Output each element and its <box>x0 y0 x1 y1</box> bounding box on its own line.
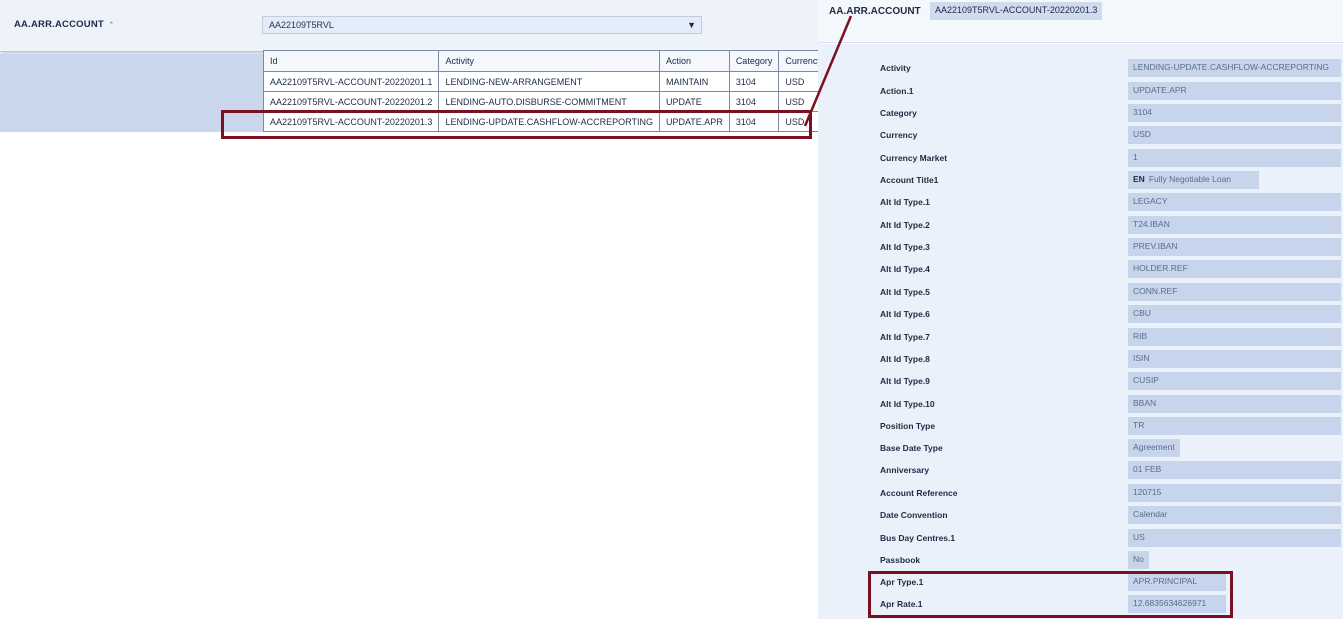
cell-activity: LENDING-NEW-ARRANGEMENT <box>438 71 660 92</box>
record-detail-panel: Activity LENDING-UPDATE.CASHFLOW-ACCREPO… <box>818 44 1343 619</box>
selected-row-highlight-box <box>221 110 812 139</box>
account-select-value: AA22109T5RVL <box>269 20 334 30</box>
field-value: 120715 <box>1128 484 1341 502</box>
column-header-activity: Activity <box>438 50 660 72</box>
field-label: Alt Id Type.6 <box>880 309 930 319</box>
field-label: Activity <box>880 63 911 73</box>
column-header-id: Id <box>262 50 440 72</box>
field-value: ISIN <box>1128 350 1341 368</box>
field-row-date-convention: Date Convention Calendar <box>818 506 1343 524</box>
field-label: Bus Day Centres.1 <box>880 533 956 543</box>
field-label: Alt Id Type.9 <box>880 376 930 386</box>
field-row-activity: Activity LENDING-UPDATE.CASHFLOW-ACCREPO… <box>818 59 1343 77</box>
field-row-action: Action.1 UPDATE.APR <box>818 82 1343 100</box>
field-label: Alt Id Type.10 <box>880 399 935 409</box>
field-row-currency: Currency USD <box>818 126 1343 144</box>
field-row-passbook: Passbook No <box>818 551 1343 569</box>
field-label: Alt Id Type.1 <box>880 197 930 207</box>
field-row-alt-id-type-4: Alt Id Type.4 HOLDER.REF <box>818 260 1343 278</box>
required-marker: * <box>109 20 114 29</box>
field-label: Date Convention <box>880 510 948 520</box>
field-row-anniversary: Anniversary 01 FEB <box>818 461 1343 479</box>
field-label: Alt Id Type.3 <box>880 242 930 252</box>
cell-category: 3104 <box>728 91 780 112</box>
field-value: 1 <box>1128 149 1341 167</box>
record-header: AA.ARR.ACCOUNT AA22109T5RVL-ACCOUNT-2022… <box>818 0 1343 43</box>
language-code: EN <box>1133 174 1145 184</box>
cell-id: AA22109T5RVL-ACCOUNT-20220201.1 <box>262 71 440 92</box>
field-row-alt-id-type-10: Alt Id Type.10 BBAN <box>818 395 1343 413</box>
field-value: HOLDER.REF <box>1128 260 1341 278</box>
field-value: Agreement <box>1128 439 1180 457</box>
field-label: Alt Id Type.5 <box>880 287 930 297</box>
field-label: Position Type <box>880 421 936 431</box>
record-header-label: AA.ARR.ACCOUNT <box>829 6 921 17</box>
field-label: Currency Market <box>880 153 948 163</box>
field-value: TR <box>1128 417 1341 435</box>
field-label: Anniversary <box>880 465 930 475</box>
field-row-alt-id-type-9: Alt Id Type.9 CUSIP <box>818 372 1343 390</box>
field-value: Calendar <box>1128 506 1341 524</box>
table-row[interactable]: AA22109T5RVL-ACCOUNT-20220201.2 LENDING-… <box>262 91 829 112</box>
field-label: Action.1 <box>880 86 914 96</box>
account-select[interactable]: AA22109T5RVL ▼ <box>262 16 702 34</box>
field-label: Account Reference <box>880 488 958 498</box>
field-label: Passbook <box>880 555 921 565</box>
field-value: No <box>1128 551 1149 569</box>
field-row-alt-id-type-2: Alt Id Type.2 T24.IBAN <box>818 216 1343 234</box>
column-header-action: Action <box>658 50 730 72</box>
field-row-alt-id-type-5: Alt Id Type.5 CONN.REF <box>818 283 1343 301</box>
field-row-alt-id-type-6: Alt Id Type.6 CBU <box>818 305 1343 323</box>
field-value: 01 FEB <box>1128 461 1341 479</box>
field-label: Alt Id Type.2 <box>880 220 930 230</box>
cell-category: 3104 <box>728 71 780 92</box>
field-row-alt-id-type-8: Alt Id Type.8 ISIN <box>818 350 1343 368</box>
field-value: T24.IBAN <box>1128 216 1341 234</box>
field-row-account-reference: Account Reference 120715 <box>818 484 1343 502</box>
field-value: UPDATE.APR <box>1128 82 1341 100</box>
record-id-badge: AA22109T5RVL-ACCOUNT-20220201.3 <box>930 2 1103 20</box>
cell-id: AA22109T5RVL-ACCOUNT-20220201.2 <box>262 91 440 112</box>
field-label: Category <box>880 108 917 118</box>
table-header-row: Id Activity Action Category Currency <box>262 50 829 72</box>
field-row-alt-id-type-7: Alt Id Type.7 RIB <box>818 328 1343 346</box>
cell-action: UPDATE <box>658 91 730 112</box>
field-label: Base Date Type <box>880 443 943 453</box>
field-row-base-date-type: Base Date Type Agreement <box>818 439 1343 457</box>
field-value: CONN.REF <box>1128 283 1341 301</box>
field-label: Alt Id Type.7 <box>880 332 930 342</box>
chevron-down-icon[interactable]: ▼ <box>687 20 696 30</box>
account-field-label: AA.ARR.ACCOUNT * <box>14 19 114 30</box>
field-row-alt-id-type-3: Alt Id Type.3 PREV.IBAN <box>818 238 1343 256</box>
field-value: LENDING-UPDATE.CASHFLOW-ACCREPORTING <box>1128 59 1341 77</box>
field-row-account-title: Account Title1 EN Fully Negotiable Loan <box>818 171 1343 189</box>
field-value: BBAN <box>1128 395 1341 413</box>
field-label: Alt Id Type.4 <box>880 264 930 274</box>
field-label: Alt Id Type.8 <box>880 354 930 364</box>
field-value: LEGACY <box>1128 193 1341 211</box>
table-row[interactable]: AA22109T5RVL-ACCOUNT-20220201.1 LENDING-… <box>262 71 829 92</box>
field-label: Currency <box>880 130 918 140</box>
field-value: CUSIP <box>1128 372 1341 390</box>
field-label: Account Title1 <box>880 175 939 185</box>
account-title-text: Fully Negotiable Loan <box>1148 174 1232 184</box>
field-value: 3104 <box>1128 104 1341 122</box>
field-row-bus-day-centres: Bus Day Centres.1 US <box>818 529 1343 547</box>
column-header-category: Category <box>728 50 780 72</box>
apr-fields-highlight-box <box>868 571 1233 618</box>
field-value: PREV.IBAN <box>1128 238 1341 256</box>
field-value: CBU <box>1128 305 1341 323</box>
field-row-currency-market: Currency Market 1 <box>818 149 1343 167</box>
cell-activity: LENDING-AUTO.DISBURSE-COMMITMENT <box>438 91 660 112</box>
field-row-alt-id-type-1: Alt Id Type.1 LEGACY <box>818 193 1343 211</box>
field-row-position-type: Position Type TR <box>818 417 1343 435</box>
field-value: US <box>1128 529 1341 547</box>
field-value: RIB <box>1128 328 1341 346</box>
field-value: EN Fully Negotiable Loan <box>1128 171 1259 189</box>
field-value: USD <box>1128 126 1341 144</box>
cell-action: MAINTAIN <box>658 71 730 92</box>
left-form-header: AA.ARR.ACCOUNT * AA22109T5RVL ▼ <box>0 0 818 52</box>
field-row-category: Category 3104 <box>818 104 1343 122</box>
